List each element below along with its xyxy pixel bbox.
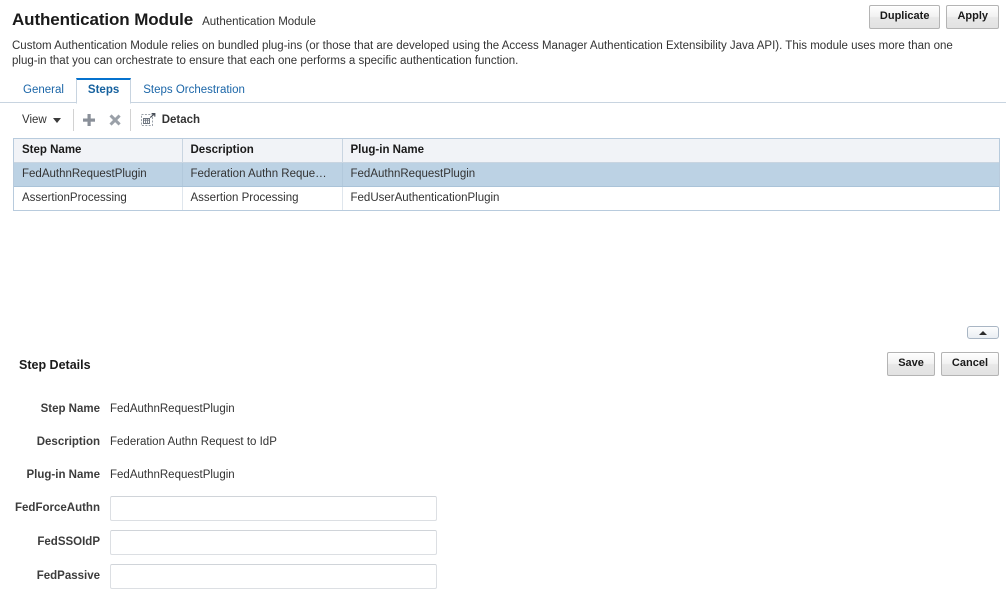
table-row[interactable]: FedAuthnRequestPlugin Federation Authn R…: [14, 162, 999, 187]
step-details-actions: Save Cancel: [887, 352, 999, 376]
apply-button[interactable]: Apply: [946, 5, 999, 29]
toolbar-divider-2: [129, 109, 131, 131]
table-row[interactable]: AssertionProcessing Assertion Processing…: [14, 186, 999, 210]
column-header-step-name[interactable]: Step Name: [14, 139, 183, 163]
tab-general[interactable]: General: [11, 78, 76, 103]
fedssoidp-input[interactable]: [110, 529, 437, 555]
header-actions: Duplicate Apply: [868, 5, 999, 29]
steps-table-container: Step Name Description Plug-in Name FedAu…: [13, 138, 1000, 211]
value-plugin-name: FedAuthnRequestPlugin: [110, 468, 235, 481]
value-description: Federation Authn Request to IdP: [110, 435, 277, 448]
table-toolbar: View Detach: [0, 105, 1006, 135]
plus-icon: [82, 114, 95, 126]
module-description: Custom Authentication Module relies on b…: [12, 40, 953, 67]
title-row: Authentication Module Authentication Mod…: [12, 10, 994, 30]
label-plugin-name: Plug-in Name: [26, 468, 100, 481]
detach-icon: [140, 113, 156, 126]
form-row-fedforceauthn: FedForceAuthn: [0, 491, 470, 525]
form-row-plugin-name: Plug-in Name FedAuthnRequestPlugin: [0, 458, 470, 491]
column-header-plugin-name[interactable]: Plug-in Name: [342, 139, 999, 163]
delete-step-button[interactable]: [102, 108, 128, 132]
label-step-name: Step Name: [40, 402, 100, 415]
tab-bar: General Steps Steps Orchestration: [0, 78, 1006, 104]
column-header-description[interactable]: Description: [182, 139, 343, 163]
label-fedpassive: FedPassive: [36, 570, 100, 582]
page-title: Authentication Module: [12, 10, 194, 29]
table-header-row: Step Name Description Plug-in Name: [14, 139, 999, 163]
fedpassive-input[interactable]: [110, 563, 437, 589]
cell-step-name: FedAuthnRequestPlugin: [14, 162, 183, 187]
add-step-button[interactable]: [76, 108, 102, 132]
form-row-step-name: Step Name FedAuthnRequestPlugin: [0, 392, 470, 425]
cell-plugin-name: FedAuthnRequestPlugin: [342, 162, 999, 187]
cell-description: Federation Authn Reque…: [182, 162, 343, 187]
page-subtitle: Authentication Module: [202, 16, 316, 28]
cancel-button[interactable]: Cancel: [940, 352, 999, 376]
form-row-fedpassive: FedPassive: [0, 559, 470, 593]
steps-table: Step Name Description Plug-in Name FedAu…: [14, 139, 999, 210]
value-step-name: FedAuthnRequestPlugin: [110, 402, 235, 415]
form-row-description: Description Federation Authn Request to …: [0, 425, 470, 458]
form-row-fedssoidp: FedSSOIdP: [0, 525, 470, 559]
cell-description: Assertion Processing: [182, 186, 343, 210]
cell-step-name: AssertionProcessing: [14, 186, 183, 210]
caret-up-icon: [979, 330, 987, 335]
save-button[interactable]: Save: [887, 352, 935, 376]
step-details-title: Step Details: [19, 358, 91, 372]
collapse-details-toggle[interactable]: [967, 326, 999, 339]
cell-plugin-name: FedUserAuthenticationPlugin: [350, 192, 500, 204]
tab-steps-orchestration[interactable]: Steps Orchestration: [131, 78, 257, 103]
label-fedforceauthn: FedForceAuthn: [15, 502, 100, 514]
toolbar-divider: [72, 109, 74, 131]
tab-list: General Steps Steps Orchestration: [0, 78, 1006, 104]
tab-steps[interactable]: Steps: [75, 78, 132, 104]
label-description: Description: [36, 435, 100, 448]
chevron-down-icon: [52, 117, 61, 123]
page-header: Authentication Module Authentication Mod…: [0, 0, 1006, 34]
fedforceauthn-input[interactable]: [110, 495, 437, 521]
duplicate-button[interactable]: Duplicate: [868, 5, 941, 29]
cross-icon: [109, 114, 121, 126]
label-fedssoidp: FedSSOIdP: [37, 536, 100, 548]
detach-label: Detach: [161, 114, 201, 126]
detach-button[interactable]: Detach: [133, 108, 208, 132]
step-details-form: Step Name FedAuthnRequestPlugin Descript…: [0, 392, 470, 593]
view-menu-button[interactable]: View: [16, 108, 71, 132]
view-menu-label: View: [22, 114, 47, 126]
